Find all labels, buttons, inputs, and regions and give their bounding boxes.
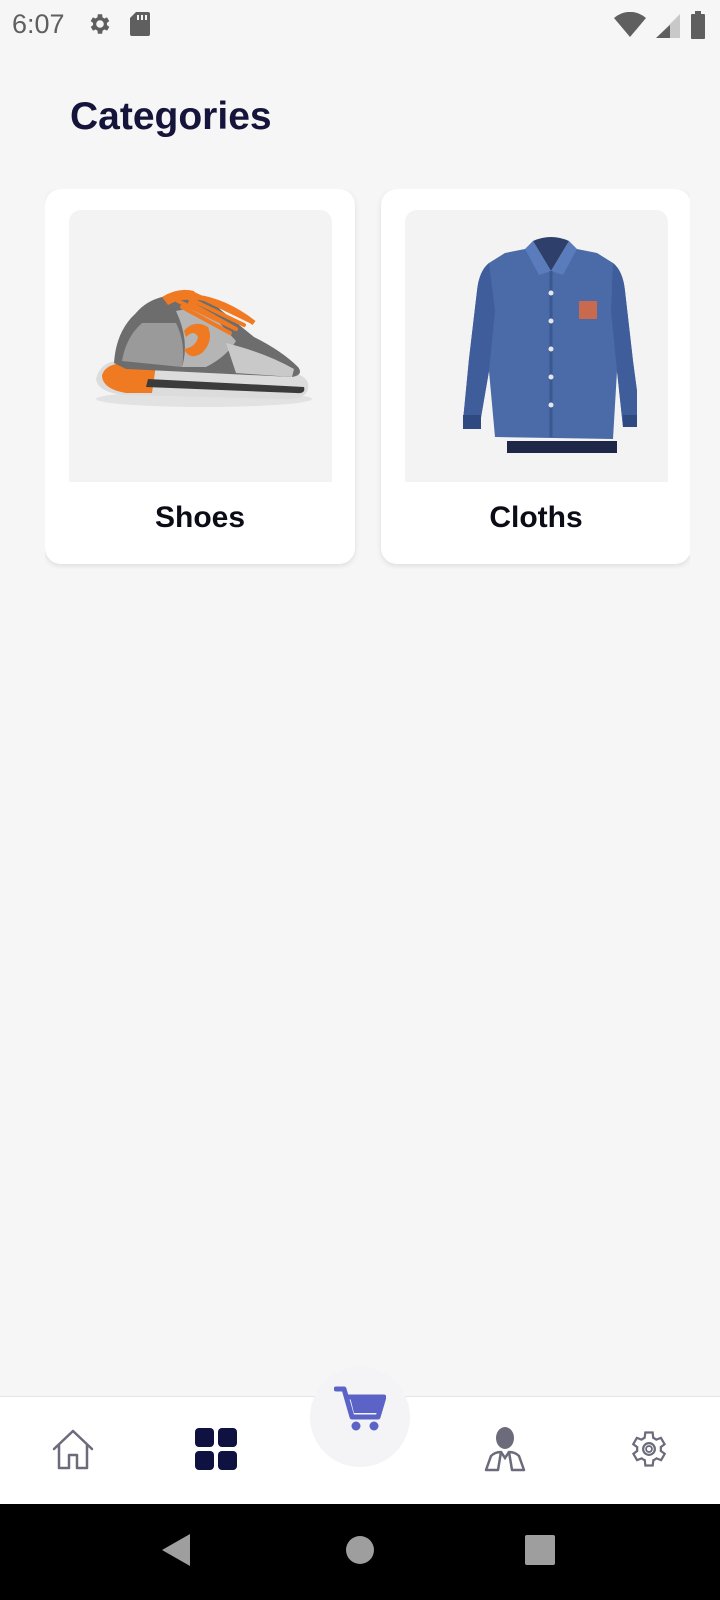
battery-icon [690,11,706,44]
page-title: Categories [70,95,272,138]
system-navigation-bar [0,1504,720,1600]
category-label: Shoes [154,501,246,534]
wifi-icon [614,11,646,43]
back-icon[interactable] [160,1532,192,1573]
nav-profile[interactable] [475,1421,535,1481]
recents-square-icon[interactable] [524,1532,556,1573]
profile-icon [483,1426,527,1477]
home-icon [50,1427,96,1476]
cart-icon [333,1385,387,1438]
cart-button[interactable] [310,1367,410,1467]
category-list: Shoes Cloths [45,189,690,569]
status-bar: 6:07 [0,0,720,48]
nav-categories[interactable] [186,1421,246,1481]
category-card-cloths[interactable]: Cloths [381,189,690,564]
cell-signal-icon [656,12,680,43]
settings-gear-icon [87,11,113,37]
nav-home[interactable] [43,1421,103,1481]
sd-card-icon [129,11,151,37]
categories-grid-icon [195,1427,237,1475]
settings-gear-icon [627,1427,671,1476]
category-card-shoes[interactable]: Shoes [45,189,355,564]
shoe-image [69,210,332,482]
nav-settings[interactable] [619,1421,679,1481]
category-label: Cloths [489,501,583,534]
status-time: 6:07 [12,8,65,39]
home-circle-icon[interactable] [344,1532,376,1573]
shirt-image [405,210,668,482]
